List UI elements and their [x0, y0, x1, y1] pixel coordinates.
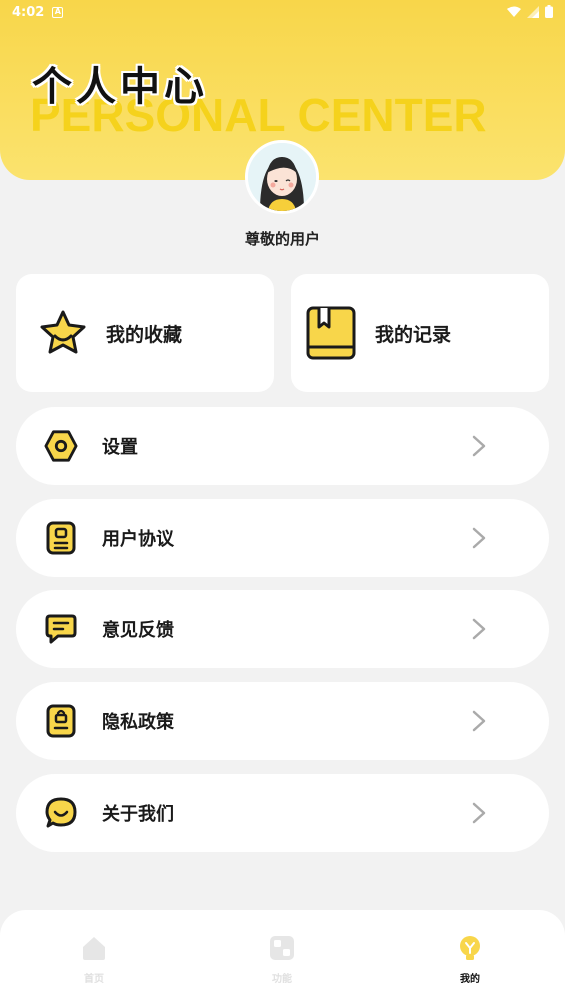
records-label: 我的记录: [375, 323, 452, 346]
page-title: 个人中心: [32, 64, 208, 110]
username[interactable]: 尊敬的用户: [0, 228, 565, 249]
avatar-girl-icon: [248, 143, 316, 211]
bottom-tab-bar: 首页 功能 我的: [0, 910, 565, 1004]
document-icon: [44, 521, 78, 555]
chevron-right-icon: [472, 618, 486, 640]
home-icon: [83, 937, 105, 960]
menu-item-user-agreement[interactable]: 用户协议: [16, 499, 549, 577]
battery-icon: [545, 5, 553, 18]
avatar[interactable]: [245, 140, 319, 214]
menu-item-label: 关于我们: [102, 804, 174, 825]
star-icon: [40, 310, 86, 354]
menu-item-label: 用户协议: [102, 529, 174, 550]
tab-label: 功能: [272, 974, 292, 985]
signal-icon: [527, 5, 539, 18]
chevron-right-icon: [472, 435, 486, 457]
status-time: 4:02: [12, 4, 45, 20]
menu-item-label: 设置: [102, 437, 138, 458]
records-card[interactable]: 我的记录: [291, 274, 549, 392]
menu-item-label: 隐私政策: [102, 712, 174, 733]
status-bar: 4:02 A: [0, 0, 565, 24]
tab-label: 首页: [84, 974, 104, 985]
menu-item-feedback[interactable]: 意见反馈: [16, 590, 549, 668]
wifi-icon: [507, 6, 521, 17]
smile-bubble-icon: [44, 796, 78, 830]
bulb-icon: [460, 936, 480, 960]
menu-item-privacy-policy[interactable]: 隐私政策: [16, 682, 549, 760]
tab-features[interactable]: 功能: [252, 934, 312, 985]
favorites-card[interactable]: 我的收藏: [16, 274, 274, 392]
lock-document-icon: [44, 704, 78, 738]
chevron-right-icon: [472, 527, 486, 549]
tab-mine[interactable]: 我的: [440, 934, 500, 985]
notification-icon: A: [52, 6, 64, 18]
menu-item-about-us[interactable]: 关于我们: [16, 774, 549, 852]
tab-label: 我的: [460, 974, 480, 985]
menu-item-label: 意见反馈: [102, 620, 174, 641]
book-icon: [306, 306, 356, 360]
chevron-right-icon: [472, 802, 486, 824]
chat-icon: [44, 612, 78, 646]
tab-home[interactable]: 首页: [64, 934, 124, 985]
grid-icon: [270, 936, 294, 960]
menu-item-settings[interactable]: 设置: [16, 407, 549, 485]
settings-hex-icon: [44, 429, 78, 463]
favorites-label: 我的收藏: [106, 323, 183, 346]
chevron-right-icon: [472, 710, 486, 732]
